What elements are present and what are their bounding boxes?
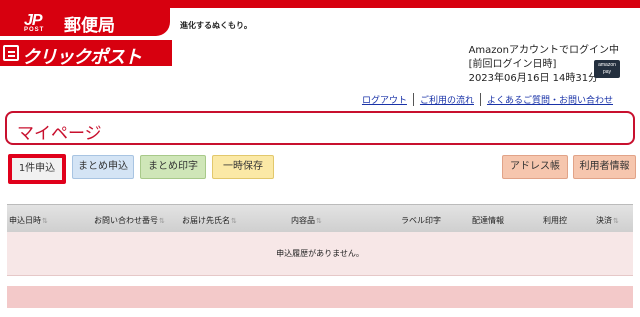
faq-link[interactable]: よくあるご質問・お問い合わせ (479, 93, 619, 106)
sort-icon: ⇅ (613, 217, 619, 225)
column-header-delivery: 配達情報 (472, 216, 504, 225)
application-history-table: 申込日時⇅ お問い合わせ番号⇅ お届け先氏名⇅ 内容品⇅ ラベル印字 配達情報 … (7, 204, 633, 308)
sort-icon: ⇅ (159, 217, 165, 225)
page-title-box: マイページ (5, 111, 635, 145)
empty-message-row: 申込履歴がありません。 (7, 232, 633, 276)
address-book-button[interactable]: アドレス帳 (502, 155, 568, 179)
temp-save-button[interactable]: 一時保存 (212, 155, 274, 179)
usage-flow-link[interactable]: ご利用の流れ (412, 93, 480, 106)
bulk-apply-button[interactable]: まとめ申込 (72, 155, 134, 179)
login-status: Amazonアカウントでログイン中 (468, 45, 619, 56)
table-spacer (7, 276, 633, 286)
table-header: 申込日時⇅ お問い合わせ番号⇅ お届け先氏名⇅ 内容品⇅ ラベル印字 配達情報 … (7, 204, 633, 232)
bulk-print-button[interactable]: まとめ印字 (140, 155, 206, 179)
amazon-pay-bottom: pay (602, 69, 612, 75)
column-header-recipient[interactable]: お届け先氏名⇅ (182, 215, 237, 226)
column-header-contents[interactable]: 内容品⇅ (291, 215, 322, 226)
column-header-payment[interactable]: 決済⇅ (596, 215, 619, 226)
column-header-date[interactable]: 申込日時⇅ (9, 215, 48, 226)
post-office-name: 郵便局 (64, 16, 115, 36)
jp-post-text: POST (24, 27, 45, 33)
sort-icon: ⇅ (231, 217, 237, 225)
page-title: マイページ (17, 124, 102, 144)
single-apply-button[interactable]: 1件申込 (8, 154, 66, 184)
table-footer-band (7, 286, 633, 308)
user-info-button[interactable]: 利用者情報 (573, 155, 636, 179)
column-header-tracking[interactable]: お問い合わせ番号⇅ (94, 215, 165, 226)
tagline: 進化するぬくもり。 (180, 21, 252, 30)
post-box-icon (3, 45, 19, 61)
column-header-label-print: ラベル印字 (401, 216, 441, 225)
column-header-receipt: 利用控 (543, 216, 567, 225)
logout-link[interactable]: ログアウト (356, 93, 413, 106)
brand-bar (0, 0, 640, 8)
clickpost-logo-text: クリックポスト (22, 47, 142, 68)
sort-icon: ⇅ (316, 217, 322, 225)
amazon-pay-logo: amazon pay (594, 60, 620, 78)
sort-icon: ⇅ (42, 217, 48, 225)
amazon-pay-top: amazon (598, 62, 616, 68)
header-links: ログアウト ご利用の流れ よくあるご質問・お問い合わせ (356, 93, 619, 106)
